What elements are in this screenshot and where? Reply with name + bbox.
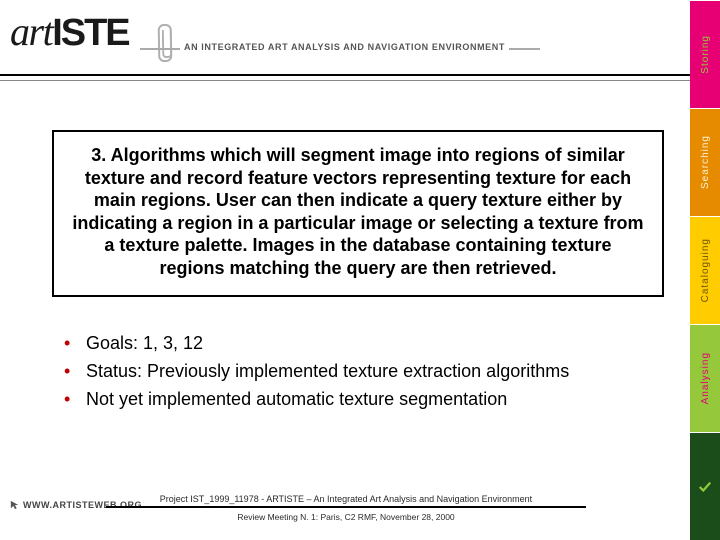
bullet-icon: •	[64, 332, 86, 354]
sidebar-item-searching: Searching	[690, 108, 720, 216]
header-sub-rule	[0, 80, 692, 81]
bullet-icon: •	[64, 360, 86, 382]
logo-tagline: AN INTEGRATED ART ANALYSIS AND NAVIGATIO…	[180, 42, 509, 52]
bullet-text: Not yet implemented automatic texture se…	[86, 388, 507, 410]
main-description-box: 3. Algorithms which will segment image i…	[52, 130, 664, 297]
sidebar-item-check	[690, 432, 720, 540]
logo-part2: ISTE	[52, 12, 128, 54]
footer-line2: Review Meeting N. 1: Paris, C2 RMF, Nove…	[0, 512, 692, 522]
sidebar-item-label: Storing	[700, 35, 711, 74]
sidebar-item-label: Analysing	[700, 352, 711, 404]
logo: artISTE	[10, 8, 129, 55]
bullet-text: Status: Previously implemented texture e…	[86, 360, 569, 382]
header-rule	[0, 74, 692, 76]
list-item: • Not yet implemented automatic texture …	[64, 388, 664, 410]
list-item: • Status: Previously implemented texture…	[64, 360, 664, 382]
sidebar-item-analysing: Analysing	[690, 324, 720, 432]
check-icon	[698, 480, 712, 494]
bullet-text: Goals: 1, 3, 12	[86, 332, 203, 354]
list-item: • Goals: 1, 3, 12	[64, 332, 664, 354]
sidebar-item-label: Searching	[700, 135, 711, 189]
header: artISTE AN INTEGRATED ART ANALYSIS AND N…	[0, 0, 690, 75]
bullet-list: • Goals: 1, 3, 12 • Status: Previously i…	[64, 332, 664, 416]
sidebar: Storing Searching Cataloguing Analysing	[690, 0, 720, 540]
sidebar-item-cataloguing: Cataloguing	[690, 216, 720, 324]
sidebar-item-storing: Storing	[690, 0, 720, 108]
sidebar-item-label: Cataloguing	[700, 238, 711, 302]
paperclip-icon	[158, 24, 173, 62]
bullet-icon: •	[64, 388, 86, 410]
footer-line1: Project IST_1999_11978 - ARTISTE – An In…	[106, 494, 586, 508]
slide: artISTE AN INTEGRATED ART ANALYSIS AND N…	[0, 0, 720, 540]
logo-part1: art	[10, 9, 52, 54]
main-paragraph: 3. Algorithms which will segment image i…	[70, 144, 646, 279]
footer: Project IST_1999_11978 - ARTISTE – An In…	[0, 489, 692, 522]
